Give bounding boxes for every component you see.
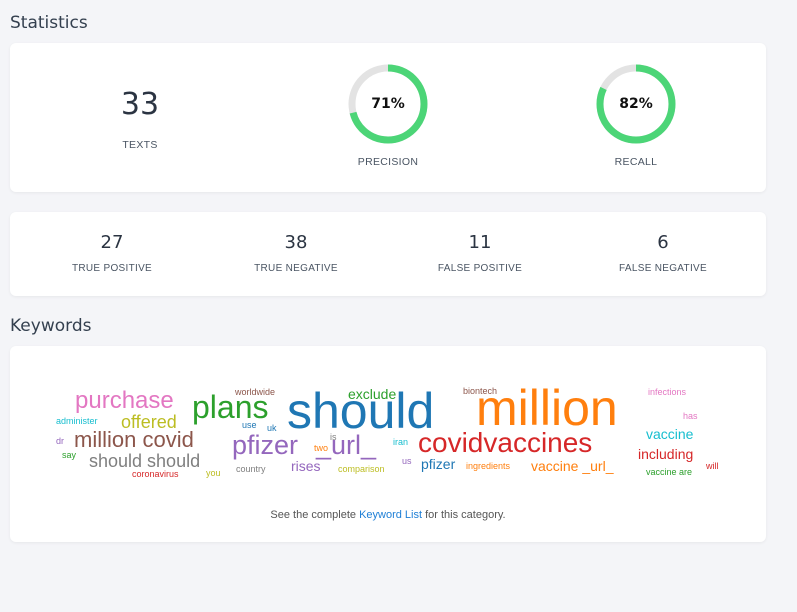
keyword-word[interactable]: comparison — [338, 465, 385, 474]
true-negative-label: TRUE NEGATIVE — [254, 263, 338, 274]
keyword-word[interactable]: biontech — [463, 387, 497, 396]
keyword-word[interactable]: will — [706, 462, 719, 471]
recall-label: RECALL — [614, 156, 658, 168]
keyword-word[interactable]: pfizer — [421, 457, 455, 471]
keyword-word[interactable]: million covid — [74, 429, 194, 451]
keywords-card: should million plans purchase covidvaccines p… — [10, 346, 766, 542]
keyword-word[interactable]: say — [62, 451, 76, 460]
keyword-word[interactable]: offered — [121, 413, 177, 431]
keyword-word[interactable]: dr — [56, 437, 64, 446]
precision-value: 71% — [371, 96, 405, 112]
statistics-card: 33 TEXTS 71% PRECISION 82% RECALL — [10, 43, 766, 192]
keyword-word[interactable]: including — [638, 447, 693, 461]
keywords-footer: See the complete Keyword List for this c… — [10, 509, 766, 521]
false-negative-value: 6 — [657, 232, 669, 253]
keyword-word[interactable]: iran — [393, 438, 408, 447]
precision-ring: 71% — [348, 64, 428, 144]
keyword-word[interactable]: covidvaccines — [418, 429, 592, 457]
keyword-word[interactable]: million — [476, 383, 618, 433]
recall-value: 82% — [619, 96, 653, 112]
statistics-title: Statistics — [10, 13, 88, 33]
precision-label: PRECISION — [357, 156, 419, 168]
true-negative-value: 38 — [284, 232, 308, 253]
keywords-title: Keywords — [10, 316, 92, 336]
footer-text-before: See the complete — [270, 509, 360, 521]
keyword-word[interactable]: worldwide — [235, 388, 275, 397]
keyword-word[interactable]: country — [236, 465, 266, 474]
keyword-word[interactable]: should should — [89, 452, 200, 470]
keyword-word[interactable]: two — [314, 444, 328, 453]
true-positive-stat: 27 TRUE POSITIVE — [32, 232, 192, 274]
keyword-word[interactable]: purchase — [75, 389, 174, 413]
keyword-word[interactable]: exclude — [348, 387, 396, 401]
keyword-word[interactable]: ingredients — [466, 462, 510, 471]
false-negative-label: FALSE NEGATIVE — [619, 263, 707, 274]
keyword-word[interactable]: use — [242, 421, 257, 430]
keyword-word[interactable]: you — [206, 469, 221, 478]
keyword-word[interactable]: is — [330, 433, 337, 442]
recall-ring: 82% — [596, 64, 676, 144]
true-positive-value: 27 — [100, 232, 124, 253]
false-negative-stat: 6 FALSE NEGATIVE — [583, 232, 743, 274]
false-positive-label: FALSE POSITIVE — [437, 263, 523, 274]
true-positive-label: TRUE POSITIVE — [71, 263, 153, 274]
texts-label: TEXTS — [122, 139, 158, 151]
keyword-word[interactable]: vaccine _url_ — [531, 459, 614, 473]
confusion-card: 27 TRUE POSITIVE 38 TRUE NEGATIVE 11 FAL… — [10, 212, 766, 296]
keyword-word[interactable]: us — [402, 457, 412, 466]
keyword-word[interactable]: infections — [648, 388, 686, 397]
false-positive-stat: 11 FALSE POSITIVE — [400, 232, 560, 274]
texts-stat: 33 TEXTS — [60, 87, 220, 151]
false-positive-value: 11 — [468, 232, 492, 253]
keyword-word[interactable]: administer — [56, 417, 98, 426]
footer-text-after: for this category. — [422, 509, 506, 521]
keyword-list-link[interactable]: Keyword List — [359, 509, 422, 521]
true-negative-stat: 38 TRUE NEGATIVE — [216, 232, 376, 274]
keyword-word[interactable]: pfizer — [232, 432, 298, 459]
keyword-word[interactable]: uk — [267, 424, 277, 433]
keyword-word[interactable]: rises — [291, 459, 321, 473]
keyword-word[interactable]: vaccine are — [646, 468, 692, 477]
keyword-word[interactable]: has — [683, 412, 698, 421]
keyword-word[interactable]: coronavirus — [132, 470, 179, 479]
keyword-word[interactable]: vaccine — [646, 427, 693, 441]
texts-count: 33 — [120, 87, 160, 122]
